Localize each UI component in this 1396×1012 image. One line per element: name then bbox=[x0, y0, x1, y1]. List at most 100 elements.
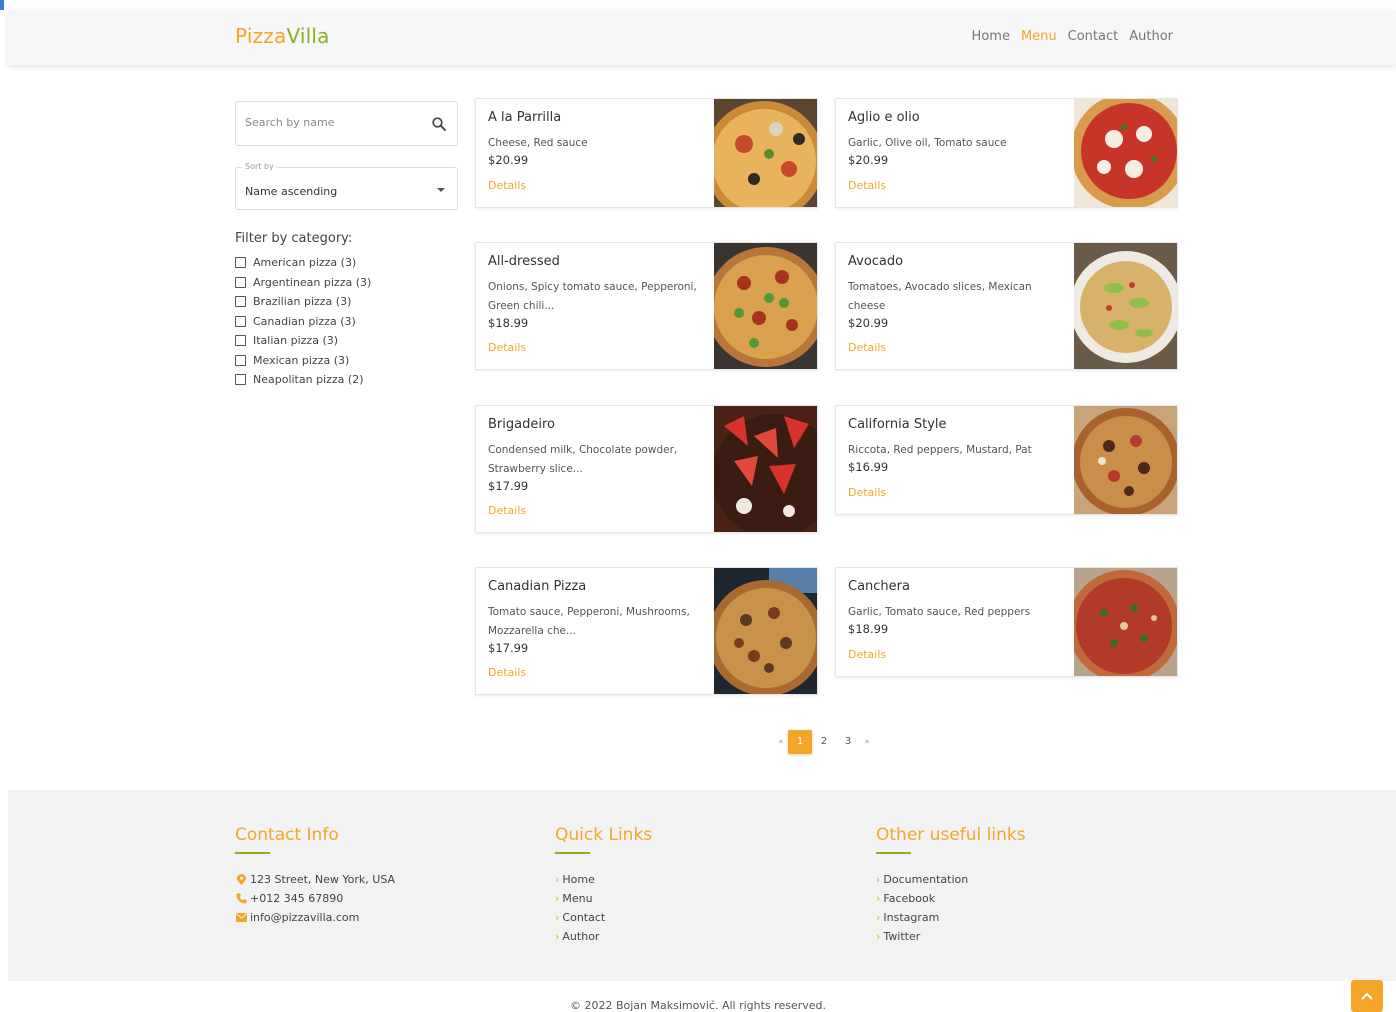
filter-label: Neapolitan pizza (2) bbox=[253, 373, 364, 387]
link-label: Facebook bbox=[883, 892, 936, 905]
product-card: Brigadeiro Condensed milk, Chocolate pow… bbox=[475, 405, 818, 533]
contact-info-title: Contact Info bbox=[235, 825, 339, 845]
product-ingredients: Onions, Spicy tomato sauce, Pepperoni, G… bbox=[488, 281, 697, 312]
page-1[interactable]: 1 bbox=[788, 730, 812, 754]
nav-author[interactable]: Author bbox=[1129, 29, 1173, 44]
product-price: $20.99 bbox=[488, 153, 529, 167]
footer-link-instagram[interactable]: › Instagram bbox=[876, 908, 1026, 927]
filter-italian[interactable]: Italian pizza (3) bbox=[235, 331, 371, 351]
link-label: Author bbox=[562, 930, 600, 943]
email-text[interactable]: info@pizzavilla.com bbox=[250, 908, 359, 927]
checkbox[interactable] bbox=[235, 374, 246, 386]
details-link[interactable]: Details bbox=[488, 341, 526, 354]
link-label: Documentation bbox=[883, 873, 969, 886]
pagination-prev[interactable]: « bbox=[774, 737, 788, 747]
footer-link-twitter[interactable]: › Twitter bbox=[876, 927, 1026, 946]
details-link[interactable]: Details bbox=[848, 341, 886, 354]
search-input[interactable] bbox=[245, 116, 425, 129]
footer-link-facebook[interactable]: › Facebook bbox=[876, 889, 1026, 908]
filter-label: Argentinean pizza (3) bbox=[253, 275, 372, 289]
page-3[interactable]: 3 bbox=[836, 730, 860, 754]
chevron-right-icon: › bbox=[555, 911, 560, 924]
pizza-image[interactable] bbox=[714, 99, 817, 207]
link-label: Twitter bbox=[883, 930, 921, 943]
filter-brazilian[interactable]: Brazilian pizza (3) bbox=[235, 292, 371, 312]
filter-canadian[interactable]: Canadian pizza (3) bbox=[235, 312, 371, 332]
nav-home[interactable]: Home bbox=[972, 29, 1010, 44]
details-link[interactable]: Details bbox=[488, 179, 526, 192]
top-edge-marker bbox=[0, 0, 4, 10]
chevron-right-icon: › bbox=[876, 873, 881, 886]
page-2[interactable]: 2 bbox=[812, 730, 836, 754]
checkbox[interactable] bbox=[235, 296, 246, 308]
filter-argentinean[interactable]: Argentinean pizza (3) bbox=[235, 273, 371, 293]
logo-part-villa: Villa bbox=[286, 24, 330, 48]
logo-part-pizza: Pizza bbox=[235, 24, 287, 48]
nav-contact[interactable]: Contact bbox=[1068, 29, 1119, 44]
copyright: © 2022 Bojan Maksimović. All rights rese… bbox=[569, 999, 826, 1012]
filter-american[interactable]: American pizza (3) bbox=[235, 253, 371, 273]
pizza-image[interactable] bbox=[1074, 243, 1177, 369]
checkbox[interactable] bbox=[235, 257, 246, 269]
pizza-image[interactable] bbox=[1074, 568, 1177, 676]
address-text: 123 Street, New York, USA bbox=[250, 873, 396, 886]
filter-title: Filter by category: bbox=[235, 231, 353, 246]
product-price: $17.99 bbox=[488, 641, 529, 655]
details-link[interactable]: Details bbox=[848, 648, 886, 661]
pizza-image[interactable] bbox=[714, 243, 817, 369]
details-link[interactable]: Details bbox=[488, 666, 526, 679]
details-link[interactable]: Details bbox=[848, 486, 886, 499]
details-link[interactable]: Details bbox=[488, 504, 526, 517]
checkbox[interactable] bbox=[235, 335, 246, 347]
link-label: Contact bbox=[562, 911, 606, 924]
checkbox[interactable] bbox=[235, 315, 246, 327]
nav-menu[interactable]: Menu bbox=[1021, 29, 1057, 44]
chevron-right-icon: › bbox=[876, 930, 881, 943]
filter-label: Canadian pizza (3) bbox=[253, 314, 356, 328]
checkbox[interactable] bbox=[235, 276, 246, 288]
product-card: Aglio e olio Garlic, Olive oil, Tomato s… bbox=[835, 98, 1178, 208]
product-card: All-dressed Onions, Spicy tomato sauce, … bbox=[475, 242, 818, 370]
back-to-top-button[interactable] bbox=[1351, 980, 1383, 1012]
pizza-image[interactable] bbox=[714, 406, 817, 532]
product-ingredients: Tomatoes, Avocado slices, Mexican cheese bbox=[848, 281, 1032, 312]
pizza-image[interactable] bbox=[714, 568, 817, 694]
link-label: Instagram bbox=[883, 911, 940, 924]
sort-value: Name ascending bbox=[245, 185, 338, 198]
chevron-right-icon: › bbox=[555, 892, 560, 905]
filter-mexican[interactable]: Mexican pizza (3) bbox=[235, 351, 371, 371]
contact-phone: +012 345 67890 bbox=[235, 889, 395, 908]
footer-link-menu[interactable]: › Menu bbox=[555, 889, 652, 908]
logo[interactable]: PizzaVilla bbox=[235, 24, 330, 48]
product-card: California Style Riccota, Red peppers, M… bbox=[835, 405, 1178, 515]
pizza-image[interactable] bbox=[1074, 406, 1177, 514]
quick-links-title: Quick Links bbox=[555, 825, 653, 845]
footer-link-author[interactable]: › Author bbox=[555, 927, 652, 946]
top-navbar: PizzaVilla Home Menu Contact Author bbox=[8, 10, 1396, 65]
product-name: Avocado bbox=[848, 254, 904, 269]
contact-address: 123 Street, New York, USA bbox=[235, 870, 395, 889]
pizza-image[interactable] bbox=[1074, 99, 1177, 207]
pagination-next[interactable]: » bbox=[860, 737, 874, 747]
product-card: Canchera Garlic, Tomato sauce, Red peppe… bbox=[835, 567, 1178, 677]
product-ingredients: Riccota, Red peppers, Mustard, Pat bbox=[848, 444, 1032, 456]
details-link[interactable]: Details bbox=[848, 179, 886, 192]
footer-link-contact[interactable]: › Contact bbox=[555, 908, 652, 927]
footer-link-documentation[interactable]: › Documentation bbox=[876, 870, 1026, 889]
filter-label: American pizza (3) bbox=[253, 256, 357, 270]
product-price: $18.99 bbox=[488, 316, 529, 330]
filter-neapolitan[interactable]: Neapolitan pizza (2) bbox=[235, 370, 371, 390]
footer-link-home[interactable]: › Home bbox=[555, 870, 652, 889]
sort-select[interactable]: Sort by Name ascending bbox=[235, 162, 458, 210]
quick-links-column: Quick Links › Home › Menu › Contact › Author bbox=[555, 825, 652, 946]
sort-label: Sort by bbox=[242, 162, 277, 171]
map-pin-icon bbox=[235, 874, 247, 885]
product-name: A la Parrilla bbox=[488, 110, 562, 125]
search-icon[interactable] bbox=[432, 117, 446, 131]
title-underline bbox=[555, 852, 590, 854]
link-label: Home bbox=[562, 873, 595, 886]
product-price: $18.99 bbox=[848, 622, 889, 636]
product-card: A la Parrilla Cheese, Red sauce $20.99 D… bbox=[475, 98, 818, 208]
checkbox[interactable] bbox=[235, 354, 246, 366]
product-price: $20.99 bbox=[848, 316, 889, 330]
